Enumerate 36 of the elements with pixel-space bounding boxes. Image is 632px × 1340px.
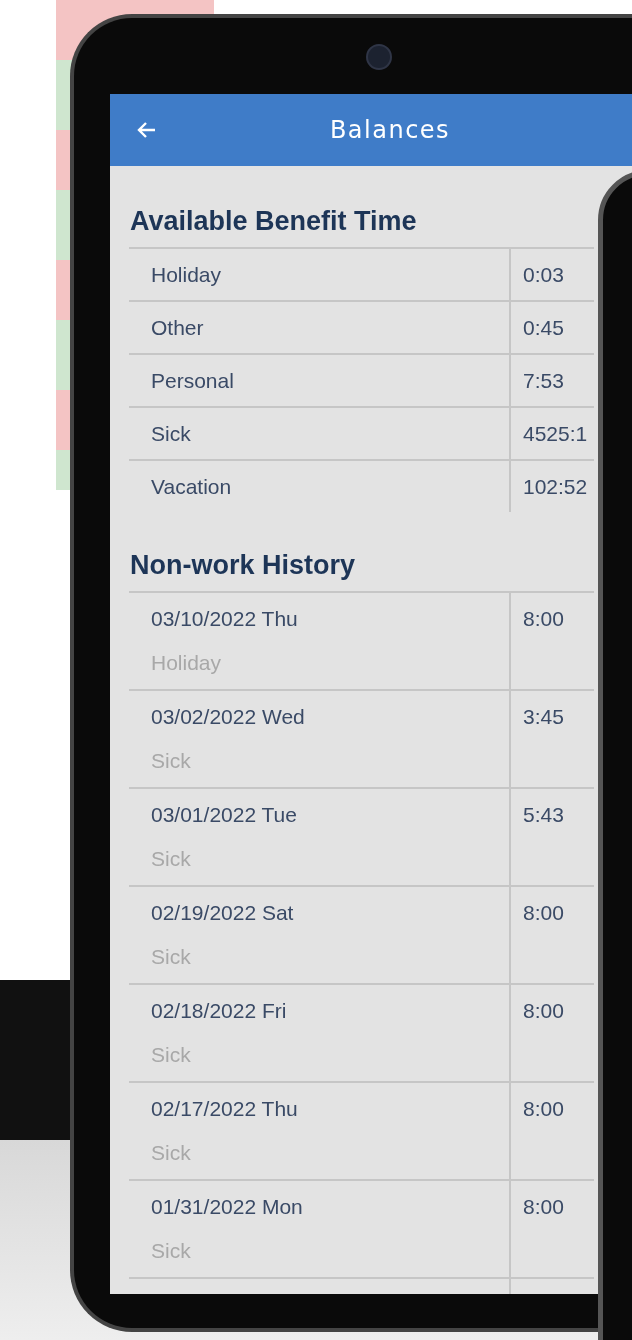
leave-type: Sick [151,847,191,871]
balance-value: 4525:1 [523,422,588,446]
leave-type: Sick [151,945,191,969]
leave-type: Sick [151,1239,191,1263]
back-arrow-icon[interactable] [136,121,156,139]
benefit-type: Holiday [151,263,222,287]
benefit-type: Personal [151,369,234,393]
hours-value: 8:00 [523,901,564,925]
history-date: 03/02/2022 Wed [151,705,305,729]
leave-type: Holiday [151,651,222,675]
history-date: 03/01/2022 Tue [151,803,297,827]
hours-value: 8:00 [523,1195,564,1219]
screen-title: Balances [329,116,451,144]
hours-value: 3:45 [523,705,564,729]
balance-value: 0:03 [523,263,564,287]
camera-icon [366,44,392,70]
balance-value: 0:45 [523,316,564,340]
benefit-type: Other [151,316,204,340]
benefit-type: Vacation [151,475,232,499]
history-date: 03/10/2022 Thu [151,607,298,631]
balance-value: 7:53 [523,369,564,393]
hours-value: 8:00 [523,999,564,1023]
history-date: 02/17/2022 Thu [151,1097,298,1121]
leave-type: Sick [151,749,191,773]
hours-value: 8:00 [523,1097,564,1121]
benefit-type: Sick [151,422,191,446]
balance-value: 102:52 [523,475,588,499]
history-date: 01/31/2022 Mon [151,1195,303,1219]
hours-value: 5:43 [523,803,564,827]
leave-type: Sick [151,1043,191,1067]
hours-value: 8:00 [523,607,564,631]
history-date: 02/19/2022 Sat [151,901,294,925]
section-title: Available Benefit Time [130,206,417,237]
history-date: 02/18/2022 Fri [151,999,287,1023]
section-title: Non-work History [130,550,356,581]
leave-type: Sick [151,1141,191,1165]
